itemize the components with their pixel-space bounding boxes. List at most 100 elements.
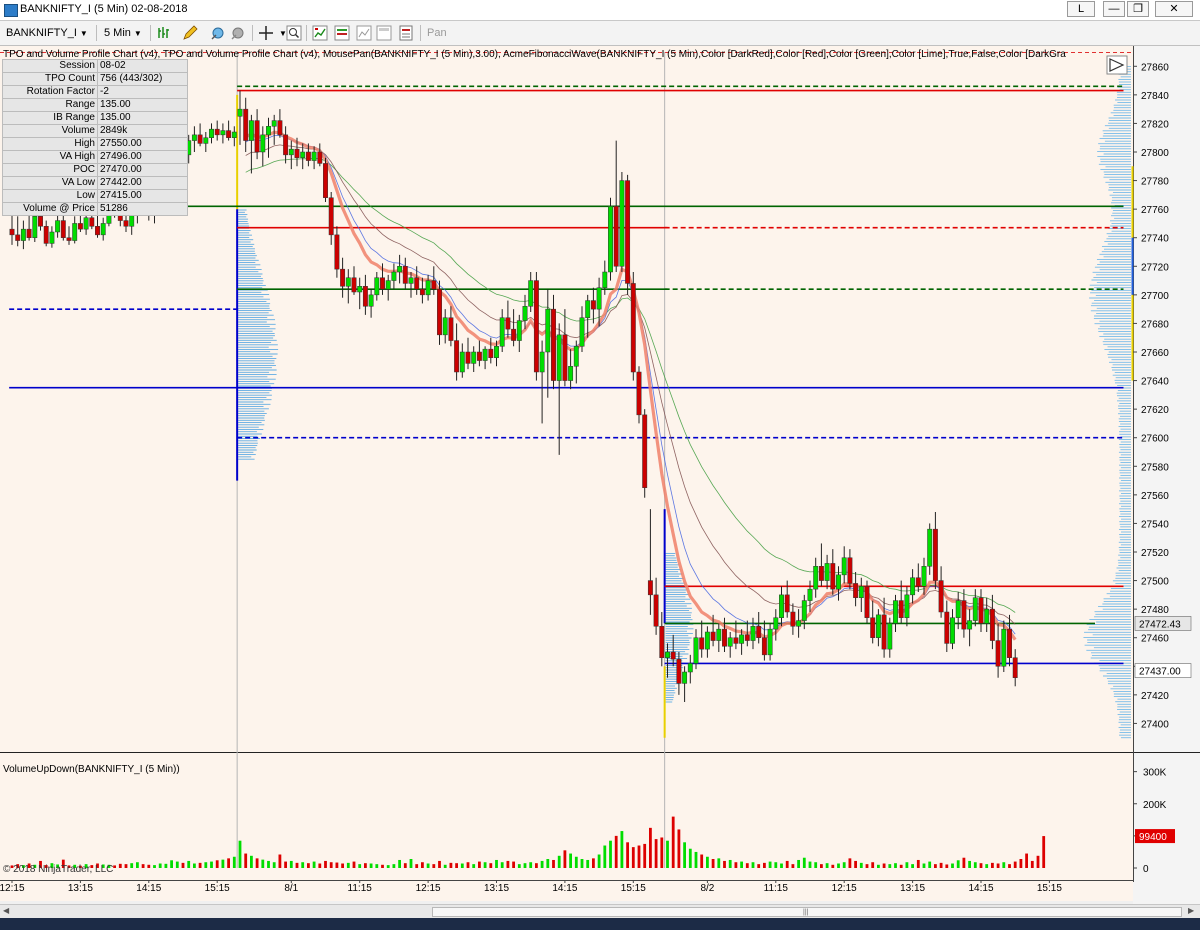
candle-body bbox=[915, 577, 921, 587]
data-box-icon[interactable] bbox=[376, 25, 392, 41]
candle-body bbox=[482, 348, 488, 361]
pan-button[interactable]: Pan bbox=[427, 25, 447, 41]
candle-body bbox=[266, 126, 271, 136]
volume-bar bbox=[586, 859, 590, 868]
info-key: IB Range bbox=[2, 111, 98, 125]
info-row: IB Range 135.00 bbox=[2, 111, 188, 125]
price-tick-label: 27520 bbox=[1141, 548, 1169, 559]
candle-body bbox=[944, 611, 950, 644]
crosshair-icon[interactable] bbox=[258, 25, 274, 41]
volume-bar bbox=[500, 862, 504, 868]
candle-body bbox=[551, 308, 556, 381]
volume-bar bbox=[694, 851, 698, 868]
candle-body bbox=[528, 280, 534, 307]
volume-bar bbox=[289, 860, 293, 868]
volume-bar bbox=[614, 835, 618, 868]
volume-bar bbox=[250, 855, 253, 868]
zoom-icon[interactable] bbox=[286, 25, 302, 41]
time-tick-label: 11:15 bbox=[764, 883, 789, 894]
drawing-tool-icon[interactable] bbox=[182, 25, 198, 41]
volume-bar bbox=[740, 861, 743, 868]
window-title: BANKNIFTY_I (5 Min) 02-08-2018 bbox=[20, 3, 188, 15]
scroll-right-icon[interactable]: ▶ bbox=[1188, 906, 1194, 915]
candle-body bbox=[613, 206, 619, 267]
candle-body bbox=[744, 634, 750, 641]
candle-body bbox=[197, 134, 203, 144]
grip-icon: ||| bbox=[803, 909, 809, 916]
close-button[interactable]: ✕ bbox=[1155, 1, 1193, 17]
candle-body bbox=[950, 617, 955, 644]
volume-bar bbox=[939, 862, 943, 868]
candle-body bbox=[214, 128, 220, 136]
info-key: Volume @ Price bbox=[2, 202, 98, 216]
volume-bar bbox=[973, 862, 977, 868]
volume-bar bbox=[175, 861, 179, 868]
candle-body bbox=[727, 637, 733, 647]
horizontal-scrollbar[interactable]: ◀ ||| ▶ bbox=[0, 904, 1200, 919]
template-icon[interactable] bbox=[398, 25, 414, 41]
candle-body bbox=[511, 328, 517, 341]
restore-button[interactable]: ❐ bbox=[1127, 1, 1149, 17]
candle-body bbox=[676, 658, 682, 684]
candle-body bbox=[841, 557, 847, 576]
link-button[interactable]: L bbox=[1067, 1, 1095, 17]
volume-bar bbox=[426, 863, 430, 868]
global-link-icon[interactable] bbox=[230, 25, 246, 41]
candle-body bbox=[243, 108, 249, 141]
volume-bar bbox=[894, 863, 897, 868]
candle-body bbox=[317, 151, 323, 164]
scroll-left-icon[interactable]: ◀ bbox=[3, 906, 9, 915]
volume-bar bbox=[483, 862, 487, 868]
volume-bar bbox=[1019, 859, 1023, 868]
instrument-selector[interactable]: BANKNIFTY_I ▼ bbox=[6, 25, 88, 41]
candle-body bbox=[260, 134, 266, 153]
volume-bar bbox=[284, 861, 287, 868]
price-tick-label: 27420 bbox=[1141, 691, 1169, 702]
volume-bar bbox=[945, 864, 949, 868]
chart-properties-icon[interactable] bbox=[356, 25, 372, 41]
candle-body bbox=[43, 226, 49, 244]
info-value: 135.00 bbox=[97, 111, 188, 125]
crosshair-globe-icon[interactable] bbox=[210, 25, 226, 41]
candle-body bbox=[693, 637, 699, 664]
candle-body bbox=[15, 234, 21, 241]
indicators-icon[interactable] bbox=[312, 25, 328, 41]
candle-body bbox=[38, 216, 43, 227]
volume-bar bbox=[797, 859, 800, 868]
minimize-button[interactable]: — bbox=[1103, 1, 1125, 17]
candle-body bbox=[55, 220, 61, 233]
chart-toolbar: BANKNIFTY_I ▼ 5 Min ▼ ▼ Pan bbox=[0, 21, 1200, 46]
volume-bar bbox=[130, 863, 134, 868]
volume-bar bbox=[540, 860, 544, 868]
candle-body bbox=[516, 320, 522, 341]
interval-selector[interactable]: 5 Min ▼ bbox=[104, 25, 142, 41]
volume-bar bbox=[1008, 864, 1011, 868]
info-value: 27550.00 bbox=[97, 137, 188, 151]
info-row: Range 135.00 bbox=[2, 98, 188, 112]
candle-body bbox=[790, 611, 796, 627]
candle-body bbox=[191, 134, 197, 141]
candle-body bbox=[248, 120, 254, 141]
candle-body bbox=[590, 300, 596, 310]
volume-bar bbox=[381, 864, 384, 868]
candle-body bbox=[499, 317, 505, 347]
price-tick-label: 27780 bbox=[1141, 177, 1169, 188]
price-tick-label: 27560 bbox=[1141, 491, 1169, 502]
candle-body bbox=[437, 288, 442, 336]
candle-body bbox=[801, 600, 807, 621]
bar-style-icon[interactable] bbox=[156, 25, 172, 41]
time-tick-label: 13:15 bbox=[68, 883, 93, 894]
info-value: 27470.00 bbox=[97, 163, 188, 177]
scrollbar-thumb[interactable]: ||| bbox=[432, 907, 1182, 917]
volume-bar bbox=[706, 856, 709, 868]
volume-bar bbox=[438, 860, 441, 868]
candle-body bbox=[596, 287, 602, 310]
strategies-icon[interactable] bbox=[334, 25, 350, 41]
candle-body bbox=[323, 163, 328, 198]
candle-body bbox=[887, 623, 893, 650]
candle-body bbox=[739, 634, 745, 644]
candle-body bbox=[824, 563, 830, 581]
volume-bar bbox=[449, 862, 453, 868]
volume-bar bbox=[147, 864, 151, 868]
volume-bar bbox=[882, 863, 886, 868]
